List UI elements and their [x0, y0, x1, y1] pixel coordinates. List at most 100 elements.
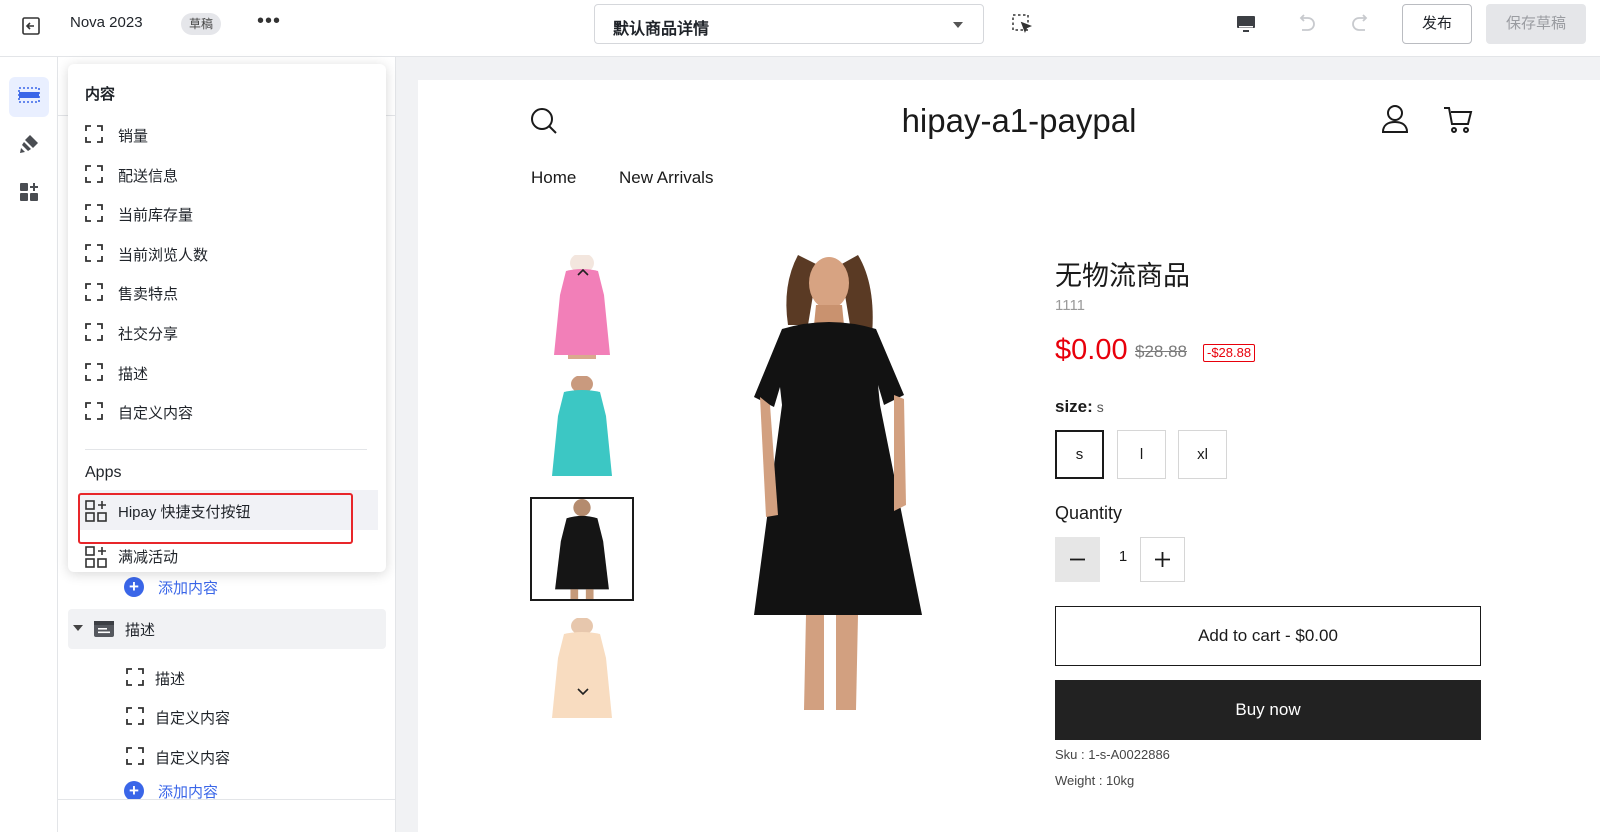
caret-down-icon[interactable] — [73, 625, 83, 631]
add-content-button[interactable]: + 添加内容 — [124, 779, 324, 799]
block-icon — [126, 668, 144, 690]
thumbnail-black-dress[interactable] — [530, 497, 634, 601]
brush-icon — [17, 132, 41, 161]
block-icon — [85, 363, 103, 386]
plus-icon — [1155, 552, 1170, 567]
product-sku: Sku : 1-s-A0022886 — [1055, 747, 1170, 762]
store-title[interactable]: hipay-a1-paypal — [418, 102, 1600, 140]
theme-name: Nova 2023 — [70, 14, 143, 31]
block-option[interactable]: 自定义内容 — [85, 394, 375, 428]
theme-settings-tab[interactable] — [9, 126, 49, 166]
status-badge: 草稿 — [181, 13, 222, 35]
block-option-label: 描述 — [118, 366, 149, 383]
inspect-select-icon[interactable] — [1010, 12, 1036, 38]
add-content-label: 添加内容 — [158, 580, 219, 597]
block-label: 自定义内容 — [155, 750, 231, 767]
sections-tab[interactable] — [9, 77, 49, 117]
block-item[interactable]: 自定义内容 — [58, 738, 395, 774]
block-option-label: 自定义内容 — [118, 405, 194, 422]
app-block-option-discount[interactable]: 满减活动 — [85, 538, 375, 572]
quantity-increase-button[interactable] — [1140, 537, 1185, 582]
size-option-xl[interactable]: xl — [1178, 430, 1227, 479]
divider — [58, 799, 395, 800]
plus-icon: + — [124, 577, 144, 597]
apps-icon — [17, 180, 41, 209]
divider — [85, 449, 367, 450]
quantity-decrease-button[interactable] — [1055, 537, 1100, 582]
block-option[interactable]: 销量 — [85, 117, 375, 151]
size-label-text: size: — [1055, 397, 1093, 416]
block-icon — [85, 323, 103, 346]
block-icon — [85, 204, 103, 227]
save-draft-button[interactable]: 保存草稿 — [1486, 4, 1586, 44]
thumbnail-teal-dress[interactable] — [530, 376, 634, 480]
app-block-icon — [85, 500, 107, 527]
add-to-cart-button[interactable]: Add to cart - $0.00 — [1055, 606, 1481, 666]
block-icon — [126, 747, 144, 769]
block-option-label: 销量 — [118, 128, 149, 145]
section-icon — [93, 619, 115, 644]
block-icon — [85, 165, 103, 188]
block-item[interactable]: 自定义内容 — [58, 698, 395, 734]
template-select-value: 默认商品详情 — [613, 21, 710, 38]
add-block-popover: 内容 销量 配送信息 当前库存量 当前浏览人数 售卖特点 社交分享 描述 自定义… — [68, 64, 386, 572]
app-block-label: 满减活动 — [118, 549, 179, 566]
block-option[interactable]: 配送信息 — [85, 157, 375, 191]
apps-tab[interactable] — [9, 174, 49, 214]
block-icon — [126, 707, 144, 729]
product-weight: Weight : 10kg — [1055, 773, 1135, 788]
block-icon — [85, 125, 103, 148]
section-title: 描述 — [125, 622, 156, 639]
cart-icon[interactable] — [1443, 106, 1473, 139]
block-option[interactable]: 当前库存量 — [85, 196, 375, 230]
add-content-button[interactable]: + 添加内容 — [124, 575, 324, 601]
compare-price: $28.88 — [1135, 342, 1187, 361]
discount-badge: -$28.88 — [1203, 344, 1256, 362]
publish-button[interactable]: 发布 — [1402, 4, 1472, 44]
block-option[interactable]: 社交分享 — [85, 315, 375, 349]
left-rail — [0, 57, 58, 832]
block-option-label: 当前浏览人数 — [118, 247, 209, 264]
block-option-label: 当前库存量 — [118, 207, 194, 224]
nav-new-arrivals[interactable]: New Arrivals — [619, 168, 713, 188]
section-description[interactable]: 描述 — [68, 609, 386, 649]
account-icon[interactable] — [1381, 104, 1409, 139]
quantity-label: Quantity — [1055, 503, 1123, 523]
block-label: 描述 — [155, 671, 186, 688]
app-block-option-hipay[interactable]: Hipay 快捷支付按钮 — [80, 490, 378, 530]
block-label: 自定义内容 — [155, 710, 231, 727]
template-select[interactable]: 默认商品详情 — [594, 4, 984, 44]
block-option-label: 售卖特点 — [118, 286, 179, 303]
block-option-label: 配送信息 — [118, 168, 179, 185]
size-selected-value: s — [1096, 399, 1104, 415]
block-option[interactable]: 当前浏览人数 — [85, 236, 375, 270]
exit-editor-icon[interactable] — [17, 12, 45, 40]
size-option-l[interactable]: l — [1117, 430, 1166, 479]
chevron-down-icon — [953, 22, 963, 28]
more-options-icon[interactable]: ••• — [256, 11, 282, 38]
chevron-down-icon[interactable] — [573, 684, 593, 698]
add-content-label: 添加内容 — [158, 784, 219, 799]
sections-icon — [17, 83, 41, 112]
top-bar: Nova 2023 草稿 ••• 默认商品详情 发布 保存草稿 — [0, 0, 1600, 57]
desktop-preview-icon[interactable] — [1234, 12, 1260, 38]
block-icon — [85, 402, 103, 425]
block-icon — [85, 244, 103, 267]
undo-icon[interactable] — [1293, 11, 1321, 39]
buy-now-button[interactable]: Buy now — [1055, 680, 1481, 740]
redo-icon[interactable] — [1348, 11, 1376, 39]
storefront-preview: hipay-a1-paypal Home New Arrivals 无物流商品 … — [418, 80, 1600, 832]
block-icon — [85, 283, 103, 306]
product-main-image[interactable] — [708, 255, 948, 720]
nav-home[interactable]: Home — [531, 168, 576, 188]
thumbnail-beige-dress[interactable] — [530, 618, 634, 722]
quantity-value[interactable]: 1 — [1108, 548, 1138, 565]
block-option[interactable]: 售卖特点 — [85, 275, 375, 309]
size-option-s[interactable]: s — [1055, 430, 1104, 479]
chevron-up-icon[interactable] — [573, 266, 593, 280]
minus-icon — [1070, 558, 1085, 561]
block-option[interactable]: 描述 — [85, 355, 375, 389]
plus-icon: + — [124, 781, 144, 799]
block-item[interactable]: 描述 — [58, 659, 395, 695]
product-title: 无物流商品 — [1055, 261, 1190, 291]
